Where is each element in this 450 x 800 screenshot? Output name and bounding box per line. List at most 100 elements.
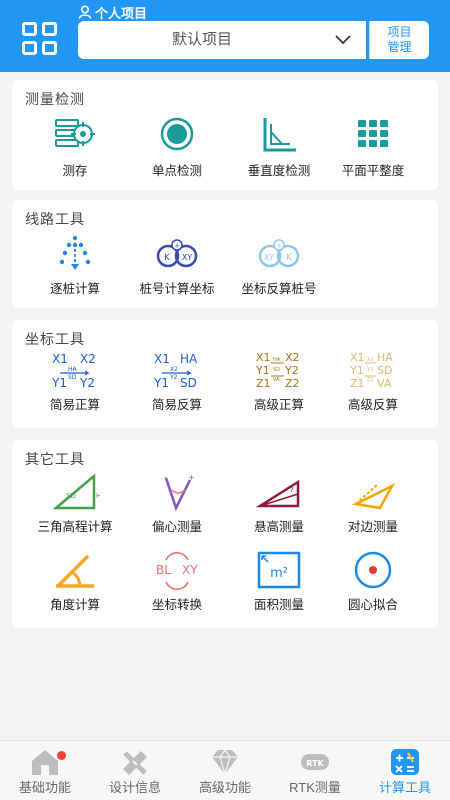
tool-label: 圆心拟合: [347, 598, 398, 612]
tool-circle-fit[interactable]: 圆心拟合: [320, 550, 426, 613]
svg-text:X1: X1: [350, 351, 365, 364]
svg-text:XY: XY: [182, 563, 198, 577]
section-title: 其它工具: [25, 451, 85, 467]
svg-text:Y2: Y2: [366, 367, 373, 373]
grid-cell-icon: [22, 41, 37, 55]
svg-text:Y2: Y2: [284, 364, 299, 377]
k-label: K: [286, 253, 293, 263]
tool-stake-calc[interactable]: 逐桩计算: [22, 234, 128, 297]
menu-grid-button[interactable]: [22, 22, 60, 58]
svg-text:Y1: Y1: [255, 364, 270, 377]
svg-text:-: -: [164, 473, 167, 482]
svg-text:+: +: [276, 242, 282, 250]
tool-label: 坐标反算桩号: [241, 282, 317, 296]
project-manage-line2: 管理: [387, 40, 412, 54]
tab-basic-functions[interactable]: 基础功能: [0, 741, 90, 800]
tool-label: 角度计算: [49, 598, 100, 612]
tool-single-point[interactable]: 单点检测: [124, 116, 230, 179]
tab-rtk-survey[interactable]: RTK RTK测量: [270, 741, 360, 800]
tab-label: 基础功能: [18, 780, 71, 795]
coord-to-station-icon: + XY K: [258, 239, 300, 268]
section-title: 测量检测: [25, 91, 85, 107]
tool-label: 坐标转换: [151, 598, 202, 612]
svg-text:X2: X2: [367, 357, 374, 363]
tool-coord-transform[interactable]: BL XY 坐标转换: [124, 550, 230, 613]
tool-suspended-height[interactable]: ? 悬高测量: [226, 472, 332, 535]
tool-simple-forward[interactable]: X1 X2 HA SD Y1 Y2 简易正算: [22, 350, 128, 413]
circle-fit-icon: [354, 551, 392, 589]
svg-text:BL: BL: [156, 563, 171, 577]
tab-design-info[interactable]: 设计信息: [90, 741, 180, 800]
ruler-pencil-icon: [123, 751, 147, 775]
svg-text:X2: X2: [80, 352, 96, 366]
tool-area[interactable]: m² 面积测量: [226, 550, 332, 613]
top-header: 个人项目 默认项目 项目 管理: [0, 0, 450, 72]
section-title: 线路工具: [25, 211, 85, 227]
coord-transform-icon: BL XY: [156, 552, 198, 590]
svg-text:SD: SD: [68, 374, 77, 381]
opposite-side-icon: [352, 483, 396, 510]
svg-text:Y1: Y1: [349, 364, 364, 377]
svg-text:X2: X2: [285, 351, 300, 364]
svg-text:RTK: RTK: [306, 759, 324, 768]
stake-calc-icon: [59, 235, 91, 270]
svg-text:H: H: [96, 492, 100, 500]
svg-text:Z1: Z1: [256, 377, 271, 390]
svg-text:Y1: Y1: [51, 376, 67, 390]
project-manage-line1: 项目: [387, 25, 412, 39]
tool-label: 垂直度检测: [247, 164, 311, 178]
tool-eccentric[interactable]: - + 偏心测量: [124, 472, 230, 535]
notification-badge: [57, 751, 66, 760]
svg-text:Z1: Z1: [350, 377, 365, 390]
svg-text:+: +: [174, 242, 180, 250]
tool-opposite-side[interactable]: 对边测量: [320, 472, 426, 535]
tool-triangle-elevation[interactable]: SD H 三角高程计算: [22, 472, 128, 535]
tool-label: 平面平整度: [341, 164, 405, 178]
tab-advanced-functions[interactable]: 高级功能: [180, 741, 270, 800]
project-select[interactable]: 默认项目: [78, 21, 366, 59]
tab-calc-tools[interactable]: 计算工具: [360, 741, 450, 800]
tab-label: RTK测量: [289, 780, 341, 795]
grid-cell-icon: [22, 22, 37, 36]
grid-cell-icon: [42, 41, 57, 55]
svg-text:X1: X1: [154, 352, 170, 366]
chevron-down-icon: [335, 35, 351, 45]
tool-station-to-coord[interactable]: + K XY 桩号计算坐标: [124, 234, 230, 297]
tool-flatness[interactable]: 平面平整度: [320, 116, 426, 179]
tool-coord-to-station[interactable]: + XY K 坐标反算桩号: [226, 234, 332, 297]
area-icon: m²: [257, 551, 301, 589]
tool-survey-save[interactable]: 测存: [22, 116, 128, 179]
section-coordinate-tools: 坐标工具 X1 X2 HA SD Y1 Y2 简易正算 X1 HA X2 Y2 …: [12, 320, 438, 428]
svg-text:SD: SD: [377, 364, 392, 377]
tool-label: 悬高测量: [253, 520, 304, 534]
svg-text:X1: X1: [256, 351, 271, 364]
eccentric-icon: - +: [164, 473, 195, 512]
xy-label: XY: [182, 253, 192, 262]
tool-advanced-inverse[interactable]: X1 HA X2 Y1 SD Y2 Z1 VA Z2 高级反算: [320, 350, 426, 413]
tool-label: 高级正算: [253, 398, 304, 412]
svg-text:HA: HA: [68, 366, 78, 373]
tab-label: 高级功能: [198, 780, 251, 795]
tab-label: 计算工具: [378, 780, 431, 795]
tool-label: 高级反算: [347, 398, 398, 412]
tool-label: 单点检测: [151, 164, 202, 178]
advanced-inverse-icon: X1 HA X2 Y1 SD Y2 Z1 VA Z2: [349, 351, 393, 390]
project-manage-button[interactable]: 项目 管理: [369, 21, 429, 59]
tool-label: 三角高程计算: [37, 520, 113, 534]
section-measurement-check: 测量检测 测存 单点检测 垂直度检测 平面平整度: [12, 80, 438, 190]
flatness-icon: [358, 120, 388, 147]
tool-label: 对边测量: [347, 520, 398, 534]
tool-simple-inverse[interactable]: X1 HA X2 Y2 Y1 SD 简易反算: [124, 350, 230, 413]
k-label: K: [164, 253, 171, 263]
tool-advanced-forward[interactable]: X1 X2 HA Y1 Y2 SD Z1 Z2 VA 高级正算: [226, 350, 332, 413]
tool-label: 简易反算: [151, 398, 202, 412]
tool-angle-calc[interactable]: 角度计算: [22, 550, 128, 613]
angle-calc-icon: [56, 554, 94, 588]
svg-text:Y2: Y2: [169, 374, 178, 381]
bottom-tab-bar: 基础功能 设计信息 高级功能 RTK RTK测量 计算工具: [0, 740, 450, 800]
tool-label: 逐桩计算: [49, 282, 100, 296]
simple-forward-icon: X1 X2 HA SD Y1 Y2: [51, 352, 96, 390]
tool-verticality[interactable]: 垂直度检测: [226, 116, 332, 179]
svg-text:HA: HA: [377, 351, 393, 364]
svg-text:Y2: Y2: [79, 376, 95, 390]
